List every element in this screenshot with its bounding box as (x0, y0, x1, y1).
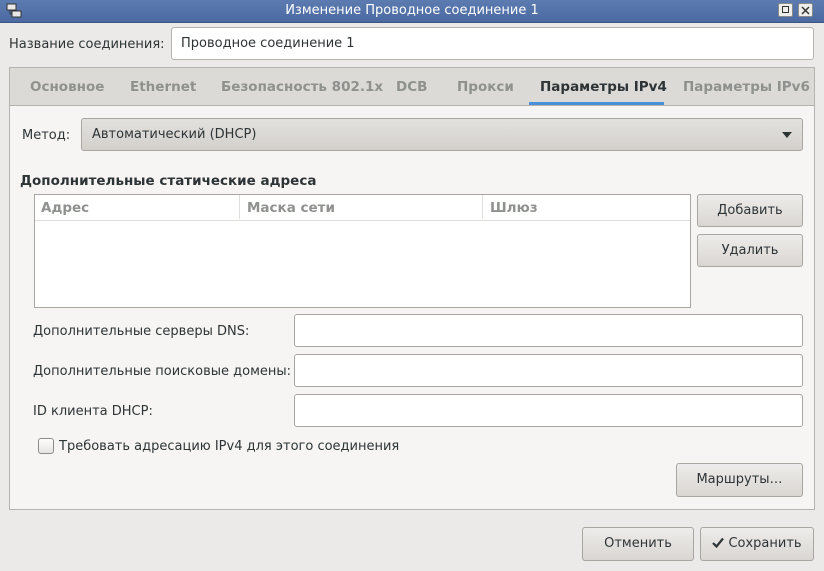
require-ipv4-checkbox[interactable] (38, 438, 54, 454)
column-separator (239, 195, 240, 219)
column-netmask[interactable]: Маска сети (247, 200, 335, 216)
cancel-button[interactable]: Отменить (582, 527, 694, 561)
save-button-label: Сохранить (728, 536, 802, 551)
checkmark-icon (712, 537, 725, 548)
tab-bar: Основное Ethernet Безопасность 802.1x DC… (10, 68, 814, 106)
method-dropdown[interactable]: Автоматический (DHCP) (81, 118, 803, 151)
add-address-button[interactable]: Добавить (697, 194, 803, 227)
dns-servers-input[interactable] (294, 314, 803, 347)
maximize-icon (782, 6, 789, 13)
column-address[interactable]: Адрес (41, 200, 89, 216)
addresses-table-header: Адрес Маска сети Шлюз (35, 195, 690, 221)
window-titlebar[interactable]: Изменение Проводное соединение 1 (0, 0, 824, 23)
active-tab-indicator (529, 102, 664, 105)
dhcp-client-id-label: ID клиента DHCP: (33, 404, 153, 419)
column-gateway[interactable]: Шлюз (490, 200, 538, 216)
tab-ipv6-settings[interactable]: Параметры IPv6 (683, 79, 810, 95)
delete-address-button[interactable]: Удалить (697, 234, 803, 267)
addresses-table[interactable]: Адрес Маска сети Шлюз (34, 194, 691, 308)
method-label: Метод: (22, 128, 71, 143)
static-addresses-title: Дополнительные статические адреса (20, 173, 317, 189)
save-button[interactable]: Сохранить (700, 527, 814, 561)
connection-name-input[interactable]: Проводное соединение 1 (171, 27, 814, 60)
require-ipv4-label[interactable]: Требовать адресацию IPv4 для этого соеди… (59, 439, 399, 454)
connection-name-label: Название соединения: (9, 37, 165, 52)
settings-notebook: Основное Ethernet Безопасность 802.1x DC… (9, 67, 815, 510)
chevron-down-icon (782, 132, 792, 138)
search-domains-input[interactable] (294, 354, 803, 387)
search-domains-label: Дополнительные поисковые домены: (33, 364, 292, 379)
tab-proxy[interactable]: Прокси (457, 79, 514, 95)
tab-ipv4-settings[interactable]: Параметры IPv4 (540, 79, 667, 95)
dhcp-client-id-input[interactable] (294, 394, 803, 427)
column-separator (482, 195, 483, 219)
dns-servers-label: Дополнительные серверы DNS: (33, 324, 250, 339)
method-value: Автоматический (DHCP) (92, 127, 257, 142)
tab-dcb[interactable]: DCB (396, 79, 427, 95)
tab-general[interactable]: Основное (30, 79, 104, 95)
close-button[interactable] (798, 3, 813, 17)
routes-button[interactable]: Маршруты… (676, 463, 803, 497)
maximize-button[interactable] (778, 3, 793, 17)
tab-security-8021x[interactable]: Безопасность 802.1x (221, 79, 383, 95)
tab-ethernet[interactable]: Ethernet (130, 79, 196, 95)
window-title: Изменение Проводное соединение 1 (285, 3, 539, 18)
close-icon (801, 6, 810, 15)
